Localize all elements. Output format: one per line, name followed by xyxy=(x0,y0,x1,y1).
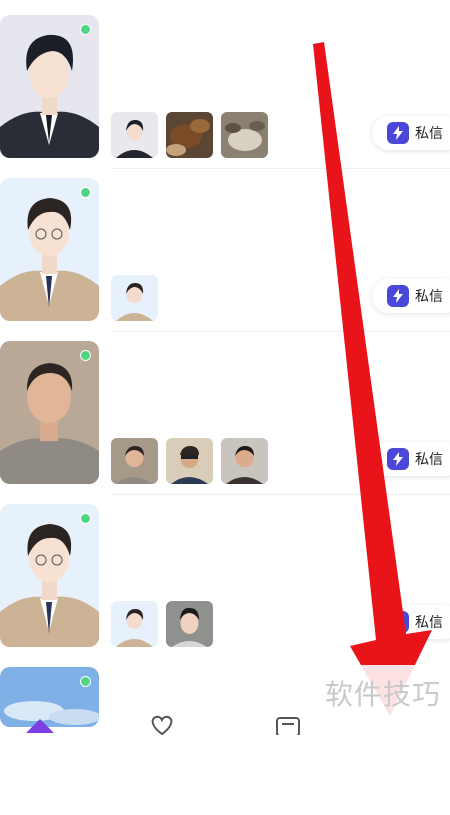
photo-strip xyxy=(111,275,158,321)
user-card[interactable]: 私信 xyxy=(0,326,450,495)
photo-thumbnail[interactable] xyxy=(166,601,213,647)
avatar[interactable] xyxy=(0,341,99,484)
private-message-button[interactable]: 私信 xyxy=(372,279,450,313)
photo-thumbnail[interactable] xyxy=(111,438,158,484)
lightning-icon xyxy=(387,448,409,470)
photo-thumbnail[interactable] xyxy=(111,112,158,158)
avatar[interactable] xyxy=(0,504,99,647)
photo-thumbnail[interactable] xyxy=(221,112,268,158)
user-card[interactable]: 私信 xyxy=(0,0,450,169)
private-message-button[interactable]: 私信 xyxy=(372,605,450,639)
user-feed: 私信 私信 私信 私信 xyxy=(0,0,450,729)
chat-icon[interactable] xyxy=(272,713,304,735)
lightning-icon xyxy=(387,285,409,307)
online-status-dot xyxy=(80,187,91,198)
user-card[interactable]: 私信 xyxy=(0,163,450,332)
photo-thumbnail[interactable] xyxy=(111,601,158,647)
photo-thumbnail[interactable] xyxy=(111,275,158,321)
private-message-button[interactable]: 私信 xyxy=(372,442,450,476)
avatar[interactable] xyxy=(0,15,99,158)
online-status-dot xyxy=(80,350,91,361)
online-status-dot xyxy=(80,676,91,687)
photo-strip xyxy=(111,438,268,484)
lightning-icon xyxy=(387,122,409,144)
message-label: 私信 xyxy=(415,452,443,468)
user-card[interactable]: 私信 xyxy=(0,489,450,652)
heart-icon[interactable] xyxy=(146,713,178,735)
photo-thumbnail[interactable] xyxy=(221,438,268,484)
home-icon[interactable] xyxy=(24,713,56,735)
message-label: 私信 xyxy=(415,126,443,142)
message-label: 私信 xyxy=(415,289,443,305)
avatar[interactable] xyxy=(0,178,99,321)
watermark: 软件技巧 xyxy=(316,665,450,721)
private-message-button[interactable]: 私信 xyxy=(372,116,450,150)
photo-strip xyxy=(111,601,213,647)
photo-thumbnail[interactable] xyxy=(166,112,213,158)
photo-thumbnail[interactable] xyxy=(166,438,213,484)
photo-strip xyxy=(111,112,268,158)
online-status-dot xyxy=(80,24,91,35)
message-label: 私信 xyxy=(415,615,443,631)
online-status-dot xyxy=(80,513,91,524)
lightning-icon xyxy=(387,611,409,633)
